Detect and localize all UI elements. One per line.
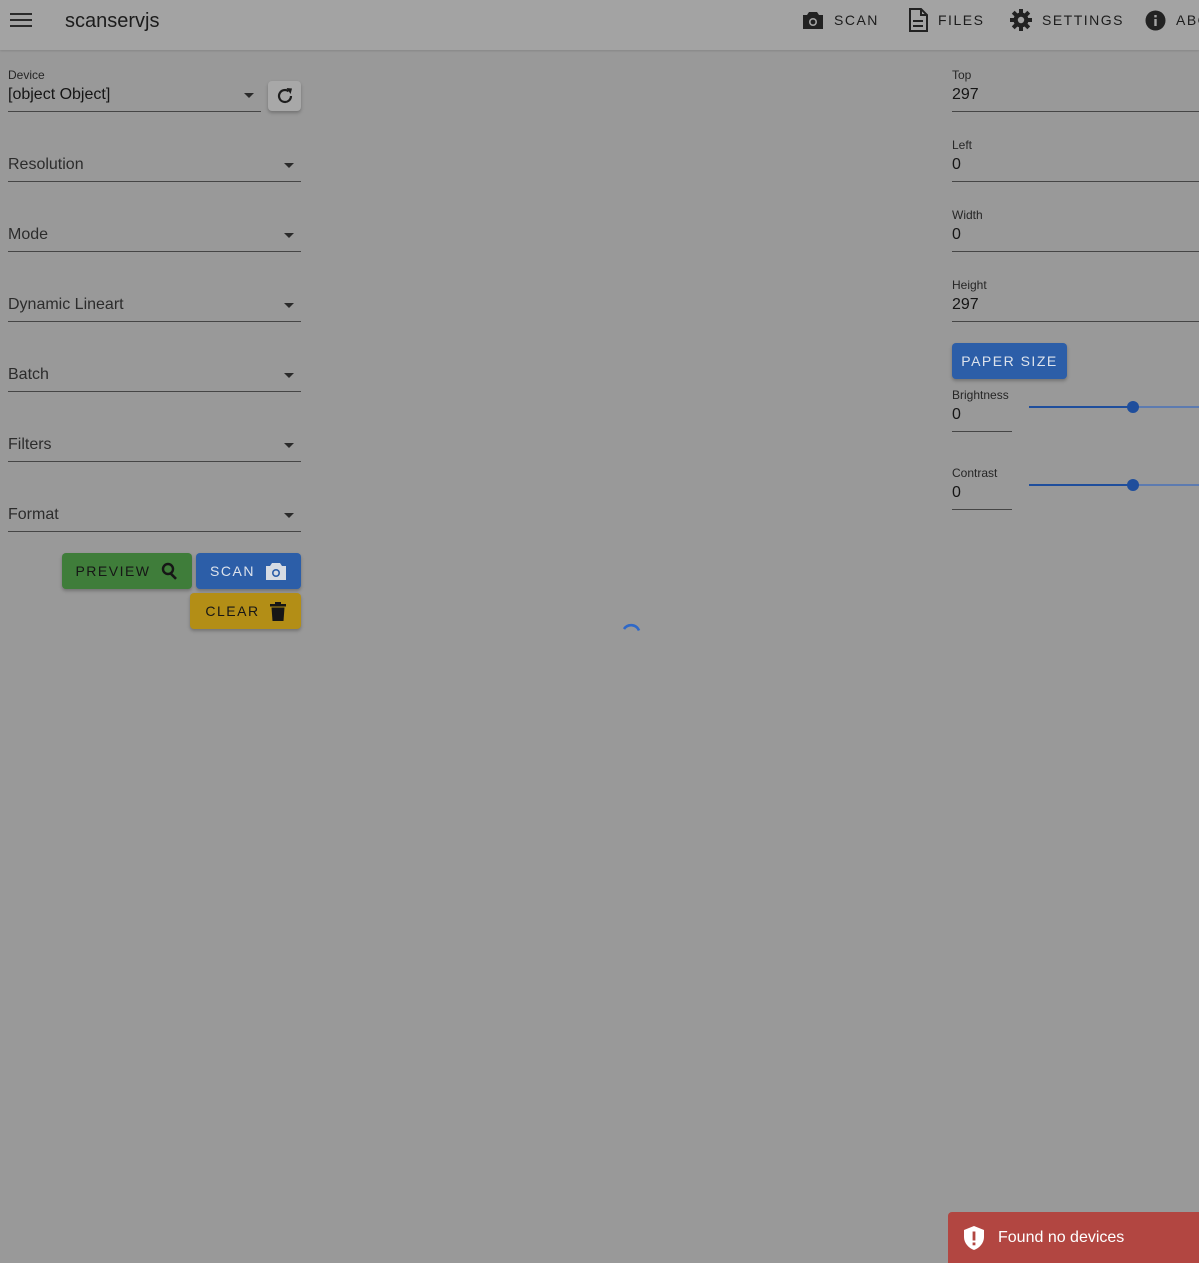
height-field[interactable]: Height 297: [952, 278, 1199, 322]
refresh-icon: [277, 88, 292, 104]
nav-settings[interactable]: SETTINGS: [1010, 8, 1124, 32]
width-label: Width: [952, 208, 983, 222]
refresh-devices-button[interactable]: [268, 81, 301, 111]
mode-select[interactable]: Mode: [8, 208, 301, 252]
contrast-slider-thumb[interactable]: [1127, 479, 1139, 491]
nav-about-label: ABOUT: [1176, 12, 1199, 28]
camera-icon: [803, 12, 823, 29]
app-title: scanservjs: [65, 10, 160, 32]
snackbar-message: Found no devices: [998, 1228, 1125, 1246]
nav-files-label: FILES: [938, 12, 985, 28]
left-value: 0: [952, 156, 961, 173]
gear-icon: [1010, 9, 1032, 31]
scan-button[interactable]: SCAN: [196, 553, 301, 589]
search-icon: [161, 562, 177, 580]
format-select[interactable]: Format: [8, 488, 301, 532]
width-value: 0: [952, 226, 961, 243]
format-label: Format: [8, 506, 59, 523]
brightness-field[interactable]: Brightness 0: [952, 388, 1012, 432]
filters-select[interactable]: Filters: [8, 418, 301, 462]
loading-spinner: [622, 623, 641, 632]
width-field[interactable]: Width 0: [952, 208, 1199, 252]
clear-label: CLEAR: [205, 603, 260, 619]
shield-alert-icon: [964, 1225, 984, 1250]
chevron-down-icon: [284, 443, 294, 448]
brightness-slider-fill: [1029, 406, 1133, 408]
mode-label: Mode: [8, 226, 49, 243]
chevron-down-icon: [284, 303, 294, 308]
top-field[interactable]: Top 297: [952, 68, 1199, 112]
contrast-label: Contrast: [952, 466, 998, 480]
chevron-down-icon: [284, 163, 294, 168]
device-value: [object Object]: [8, 86, 111, 103]
paper-size-button[interactable]: PAPER SIZE: [952, 343, 1067, 379]
device-select[interactable]: Device [object Object]: [8, 68, 261, 112]
scan-label: SCAN: [210, 563, 255, 579]
brightness-value: 0: [952, 406, 961, 423]
chevron-down-icon: [284, 513, 294, 518]
paper-size-label: PAPER SIZE: [961, 353, 1058, 369]
error-snackbar: Found no devices: [948, 1212, 1199, 1263]
contrast-slider-track[interactable]: [1133, 484, 1199, 486]
contrast-value: 0: [952, 484, 961, 501]
chevron-down-icon: [284, 233, 294, 238]
nav-files[interactable]: FILES: [908, 8, 984, 32]
contrast-slider-fill: [1029, 484, 1133, 486]
preview-button[interactable]: PREVIEW: [62, 553, 192, 589]
device-label: Device: [8, 68, 45, 82]
chevron-down-icon: [244, 93, 254, 98]
chevron-down-icon: [284, 373, 294, 378]
brightness-label: Brightness: [952, 388, 1009, 402]
menu-button[interactable]: [8, 9, 34, 31]
brightness-slider-track[interactable]: [1133, 406, 1199, 408]
batch-label: Batch: [8, 366, 49, 383]
height-value: 297: [952, 296, 979, 313]
dynamic-lineart-select[interactable]: Dynamic Lineart: [8, 278, 301, 322]
nav-scan[interactable]: SCAN: [802, 8, 879, 32]
document-icon: [909, 8, 928, 32]
trash-icon: [269, 601, 286, 621]
dynamic-lineart-label: Dynamic Lineart: [8, 296, 124, 313]
left-label: Left: [952, 138, 973, 152]
batch-select[interactable]: Batch: [8, 348, 301, 392]
height-label: Height: [952, 278, 987, 292]
filters-label: Filters: [8, 436, 52, 453]
clear-button[interactable]: CLEAR: [190, 593, 301, 629]
hamburger-menu-icon: [10, 13, 32, 27]
top-label: Top: [952, 68, 972, 82]
app-bar: scanservjs SCAN FILES SETTINGS AB: [0, 0, 1199, 50]
resolution-label: Resolution: [8, 156, 84, 173]
nav-settings-label: SETTINGS: [1042, 12, 1125, 28]
contrast-field[interactable]: Contrast 0: [952, 466, 1012, 510]
resolution-select[interactable]: Resolution: [8, 138, 301, 182]
brightness-slider-thumb[interactable]: [1127, 401, 1139, 413]
camera-icon: [265, 563, 286, 580]
nav-about[interactable]: ABOUT: [1145, 8, 1199, 32]
info-icon: [1145, 10, 1166, 30]
top-value: 297: [952, 86, 979, 103]
nav-scan-label: SCAN: [834, 12, 879, 28]
preview-label: PREVIEW: [75, 563, 151, 579]
left-field[interactable]: Left 0: [952, 138, 1199, 182]
